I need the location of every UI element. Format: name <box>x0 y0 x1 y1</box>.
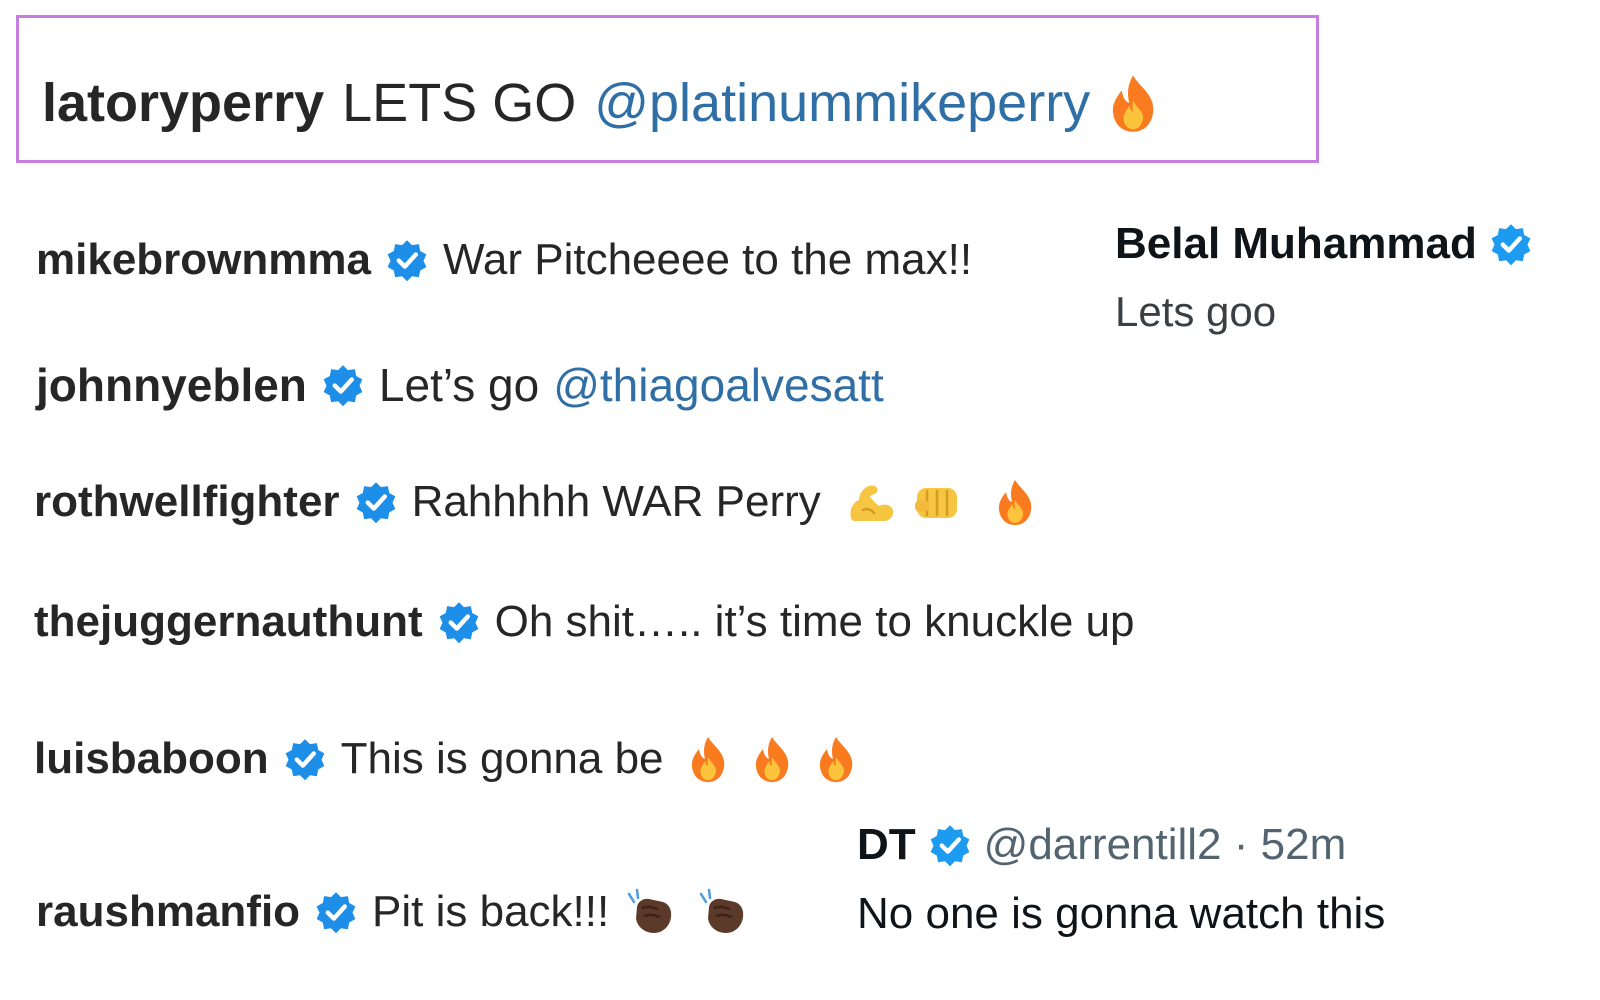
comment-row: raushmanfio Pit is back!!! <box>36 886 747 938</box>
verified-badge-icon <box>437 600 481 644</box>
tweet-text: Lets goo <box>1115 288 1277 335</box>
verified-badge-icon <box>321 363 365 407</box>
comment-text: Rahhhhh WAR Perry <box>411 477 821 526</box>
comment-username[interactable]: luisbaboon <box>34 737 269 781</box>
tweet-dt: DT @darrentill2 · 52m No one is gonna wa… <box>857 823 1385 939</box>
highlighted-comment: latoryperry LETS GO @platinummikeperry <box>42 72 1158 134</box>
tweet-belal: Belal Muhammad Lets goo <box>1115 222 1533 336</box>
comment-text: This is gonna be <box>340 734 664 783</box>
comment-username[interactable]: latoryperry <box>42 76 324 130</box>
comment-mention[interactable]: @platinummikeperry <box>594 76 1090 130</box>
comment-row: johnnyeblen Let’s go @thiagoalvesatt <box>36 362 884 408</box>
fire-icon <box>688 735 728 783</box>
comment-row: rothwellfighter Rahhhhh WAR Perry <box>34 478 1035 526</box>
comment-row: luisbaboon This is gonna be <box>34 735 856 783</box>
comment-username[interactable]: mikebrownmma <box>36 238 371 282</box>
comment-username[interactable]: raushmanfio <box>36 890 300 934</box>
clapping-hands-icon <box>695 886 747 938</box>
comment-row: mikebrownmma War Pitcheeee to the max!! <box>36 238 972 282</box>
verified-badge-icon <box>1489 222 1533 266</box>
comment-username[interactable]: johnnyeblen <box>36 362 307 408</box>
comment-text: Oh shit….. it’s time to knuckle up <box>494 597 1135 646</box>
fire-icon <box>995 478 1035 526</box>
verified-badge-icon <box>314 890 358 934</box>
comment-username[interactable]: thejuggernauthunt <box>34 600 423 644</box>
tweet-author-name[interactable]: Belal Muhammad <box>1115 222 1477 266</box>
fire-icon <box>752 735 792 783</box>
comment-username[interactable]: rothwellfighter <box>34 480 340 524</box>
comment-mention[interactable]: @thiagoalvesatt <box>553 362 884 408</box>
tweet-text: No one is gonna watch this <box>857 889 1386 938</box>
verified-badge-icon <box>283 737 327 781</box>
comment-text: War Pitcheeee to the max!! <box>442 235 973 284</box>
tweet-handle-time[interactable]: @darrentill2 · 52m <box>984 823 1347 867</box>
flexed-biceps-icon <box>845 480 897 524</box>
tweet-author-name[interactable]: DT <box>857 823 916 867</box>
verified-badge-icon <box>354 480 398 524</box>
comment-row: thejuggernauthunt Oh shit….. it’s time t… <box>34 600 1135 644</box>
fire-icon <box>816 735 856 783</box>
comment-text: Let’s go <box>378 359 540 411</box>
comment-text: LETS GO <box>342 73 577 133</box>
verified-badge-icon <box>928 823 972 867</box>
fire-icon <box>1108 72 1158 134</box>
clapping-hands-icon <box>623 886 675 938</box>
raised-fist-icon <box>911 480 963 524</box>
comment-text: Pit is back!!! <box>372 887 610 936</box>
verified-badge-icon <box>385 238 429 282</box>
